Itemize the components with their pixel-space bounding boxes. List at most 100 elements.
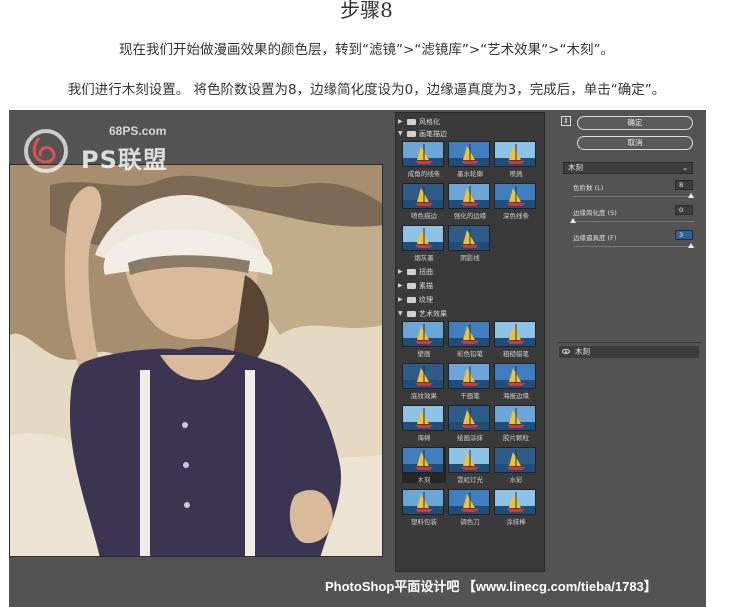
filter-thumbnail-label: 干画笔: [460, 392, 480, 400]
edge-fidelity-input[interactable]: 3: [675, 230, 693, 240]
filter-thumbnail[interactable]: 粗糙蜡笔: [494, 321, 538, 358]
preview-canvas: [9, 164, 383, 557]
filter-thumbnail[interactable]: 喷溅: [494, 141, 538, 178]
filter-thumbnail-image: [402, 363, 444, 389]
watermark-brand: PS联盟: [81, 146, 168, 174]
filter-thumbnail-image: [448, 183, 490, 209]
folder-icon: [407, 282, 416, 289]
filter-thumbnail[interactable]: 成角的线条: [402, 141, 446, 178]
filter-thumbnail-image: [402, 321, 444, 347]
filter-thumbnail-image: [402, 447, 444, 473]
filter-gallery-window: 68PS.com PS联盟 ▶ 风格化 ▼ 画笔描边 成角的线条 墨水轮廓 喷溅喷色…: [9, 110, 706, 607]
filter-thumbnail[interactable]: 墨水轮廓: [448, 141, 492, 178]
filter-thumbnail-label: 海报边缘: [503, 392, 529, 400]
filter-thumbnail-image: [448, 363, 490, 389]
filter-thumbnail[interactable]: 海绵: [402, 405, 446, 442]
filter-thumbnail-image: [494, 447, 536, 473]
edge-simplicity-input[interactable]: 0: [675, 205, 693, 215]
filter-thumbnail[interactable]: 彩色铅笔: [448, 321, 492, 358]
edge-fidelity-slider-track[interactable]: [573, 246, 695, 247]
filter-thumbnail[interactable]: 胶片颗粒: [494, 405, 538, 442]
filter-thumbnail-image: [448, 321, 490, 347]
filter-thumbnail-image: [494, 489, 536, 515]
eye-icon[interactable]: [562, 349, 570, 354]
bottom-watermark: PhotoShop平面设计吧 【www.linecg.com/tieba/178…: [325, 579, 657, 594]
folder-icon: [407, 118, 416, 125]
category-texture[interactable]: ▶ 纹理: [398, 294, 543, 305]
filter-thumbnail-image: [494, 321, 536, 347]
edge-simplicity-slider-track[interactable]: [573, 221, 695, 222]
filter-thumbnail-label: 粗糙蜡笔: [503, 350, 529, 358]
filter-thumbnail-label: 海绵: [417, 434, 431, 442]
collapsed-triangle-icon: ▶: [398, 118, 403, 125]
watermark-site: 68PS.com: [109, 124, 167, 138]
edge-simplicity-slider-handle[interactable]: [570, 218, 576, 223]
folder-icon: [407, 310, 416, 317]
category-distort[interactable]: ▶ 扭曲: [398, 266, 543, 277]
filter-thumbnail-label: 喷色描边: [411, 212, 437, 220]
effect-layers-panel: 木刻: [557, 342, 702, 572]
filter-thumbnail[interactable]: 绘画涂抹: [448, 405, 492, 442]
filter-thumbnail-label: 霓虹灯光: [457, 476, 483, 484]
filter-thumbnail[interactable]: 壁画: [402, 321, 446, 358]
filter-thumbnail-label: 烟灰墨: [414, 254, 434, 262]
expanded-triangle-icon: ▼: [398, 130, 403, 137]
filter-thumbnail[interactable]: 水彩: [494, 447, 538, 484]
filter-thumbnail[interactable]: 喷色描边: [402, 183, 446, 220]
edge-fidelity-slider-handle[interactable]: [688, 243, 694, 248]
filter-thumbnail[interactable]: 阴影线: [448, 225, 492, 262]
category-brush-strokes[interactable]: ▼ 画笔描边: [398, 128, 543, 139]
filter-thumbnail[interactable]: 深色线条: [494, 183, 538, 220]
filter-thumbnail-image: [402, 141, 444, 167]
filter-thumbnail[interactable]: 海报边缘: [494, 363, 538, 400]
ps-union-logo: 68PS.com PS联盟: [21, 120, 171, 180]
filter-thumbnail[interactable]: 塑料包装: [402, 489, 446, 526]
filter-thumbnail-label: 塑料包装: [411, 518, 437, 526]
collapse-panel-icon[interactable]: ⇕: [561, 116, 571, 126]
filter-thumbnail[interactable]: 霓虹灯光: [448, 447, 492, 484]
filter-thumbnail-label: 底纹效果: [411, 392, 437, 400]
filter-thumbnail-image: [402, 225, 444, 251]
filter-thumbnail-image: [402, 405, 444, 431]
filter-thumbnail[interactable]: 调色刀: [448, 489, 492, 526]
filter-thumbnail-image: [448, 489, 490, 515]
cancel-button[interactable]: 取消: [577, 136, 693, 150]
collapsed-triangle-icon: ▶: [398, 268, 403, 275]
filter-thumbnail[interactable]: 底纹效果: [402, 363, 446, 400]
filter-thumbnail[interactable]: 烟灰墨: [402, 225, 446, 262]
levels-input[interactable]: 8: [675, 180, 693, 190]
woodcut-preview-image: [10, 165, 382, 556]
settings-panel: ⇕ 确定 取消 木刻 ⌄ 色阶数 (L) 8 边缘简化度 (S) 0 边缘逼真度…: [557, 112, 702, 342]
folder-icon: [407, 130, 416, 137]
filter-thumbnail-label: 绘画涂抹: [457, 434, 483, 442]
filter-thumbnail-label: 阴影线: [460, 254, 480, 262]
logo-emblem-icon: [24, 129, 68, 173]
levels-slider-track[interactable]: [573, 196, 695, 197]
filter-thumbnail-image: [494, 141, 536, 167]
param-label-edge-simplicity: 边缘简化度 (S): [573, 209, 617, 217]
filter-thumbnail[interactable]: 强化的边缘: [448, 183, 492, 220]
ok-button[interactable]: 确定: [577, 116, 693, 130]
param-label-edge-fidelity: 边缘逼真度 (F): [573, 234, 617, 242]
expanded-triangle-icon: ▼: [398, 310, 403, 317]
category-stylize[interactable]: ▶ 风格化: [398, 116, 543, 127]
category-artistic[interactable]: ▼ 艺术效果: [398, 308, 543, 319]
effect-layer-row[interactable]: 木刻: [559, 346, 699, 358]
filter-thumbnail-label: 强化的边缘: [453, 212, 487, 220]
filter-thumbnail[interactable]: 木刻: [402, 447, 446, 484]
filter-thumbnail-image: [494, 363, 536, 389]
category-sketch[interactable]: ▶ 素描: [398, 280, 543, 291]
filter-thumbnail-image: [494, 183, 536, 209]
instruction-paragraph-1: 现在我们开始做漫画效果的颜色层，转到“滤镜”>“滤镜库”>“艺术效果”>“木刻”…: [119, 42, 614, 58]
levels-slider-handle[interactable]: [688, 193, 694, 198]
filter-thumbnail-image: [402, 489, 444, 515]
filter-thumbnail[interactable]: 涂抹棒: [494, 489, 538, 526]
step-title: 步骤8: [340, 0, 393, 22]
filter-thumbnail-label: 水彩: [509, 476, 523, 484]
collapsed-triangle-icon: ▶: [398, 296, 403, 303]
param-label-levels: 色阶数 (L): [573, 184, 604, 192]
filter-thumbnail[interactable]: 干画笔: [448, 363, 492, 400]
folder-icon: [407, 268, 416, 275]
filter-select[interactable]: 木刻 ⌄: [563, 162, 693, 174]
filter-thumbnail-label: 彩色铅笔: [457, 350, 483, 358]
